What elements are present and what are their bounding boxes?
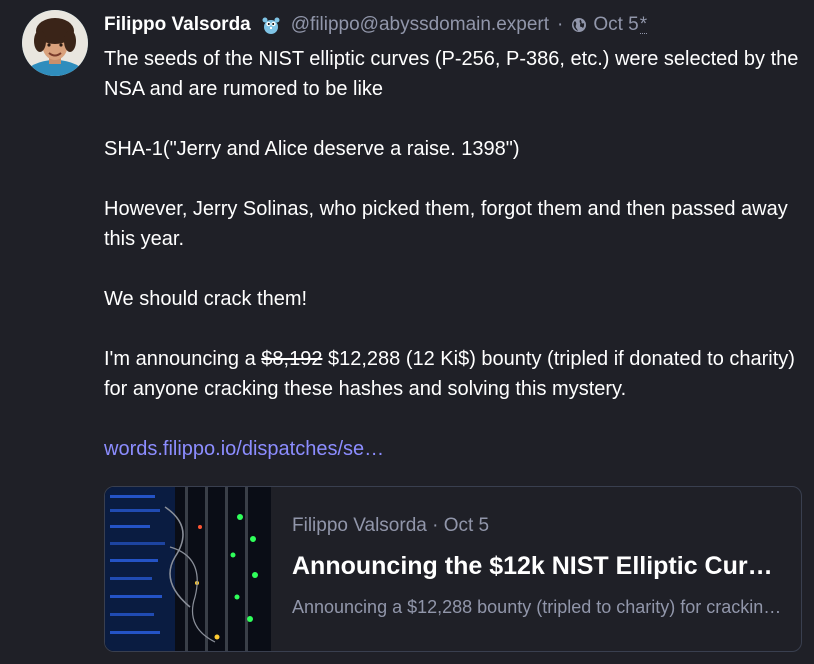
content-paragraph: However, Jerry Solinas, who picked them,… <box>104 198 788 250</box>
avatar-image <box>22 10 88 76</box>
edited-indicator[interactable]: * <box>639 15 648 34</box>
status-header: Filippo Valsorda @filippo@abyssdomain.ex… <box>104 13 648 37</box>
author-handle[interactable]: @filippo@abyssdomain.expert <box>291 14 549 36</box>
status-post: Filippo Valsorda @filippo@abyssdomain.ex… <box>0 0 814 664</box>
header-separator: · <box>557 14 564 35</box>
content-paragraph: The seeds of the NIST elliptic curves (P… <box>104 48 799 100</box>
card-author-date: Filippo Valsorda · Oct 5 <box>292 515 490 536</box>
content-paragraph: We should crack them! <box>104 288 308 310</box>
card-description: Announcing a $12,288 bounty (tripled to … <box>292 597 782 617</box>
content-paragraph: SHA-1("Jerry and Alice deserve a raise. … <box>104 138 520 160</box>
author-display-name[interactable]: Filippo Valsorda <box>104 14 251 36</box>
status-timestamp[interactable]: Oct 5 <box>593 14 638 36</box>
card-title: Announcing the $12k NIST Elliptic Curves… <box>292 552 782 580</box>
content-paragraph-bounty: I'm announcing a $8,192 $12,288 (12 Ki$)… <box>104 344 814 404</box>
article-link[interactable]: words.filippo.io/dispatches/se… <box>104 438 384 460</box>
link-preview-card[interactable]: Filippo Valsorda · Oct 5 Announcing the … <box>104 486 802 652</box>
card-thumbnail <box>105 487 271 651</box>
gopher-emoji-icon <box>261 15 281 35</box>
status-content: The seeds of the NIST elliptic curves (P… <box>104 44 814 494</box>
globe-icon <box>571 17 587 33</box>
avatar[interactable] <box>22 10 88 76</box>
bounty-text-before: I'm announcing a <box>104 348 262 370</box>
struck-amount: $8,192 <box>261 348 323 370</box>
